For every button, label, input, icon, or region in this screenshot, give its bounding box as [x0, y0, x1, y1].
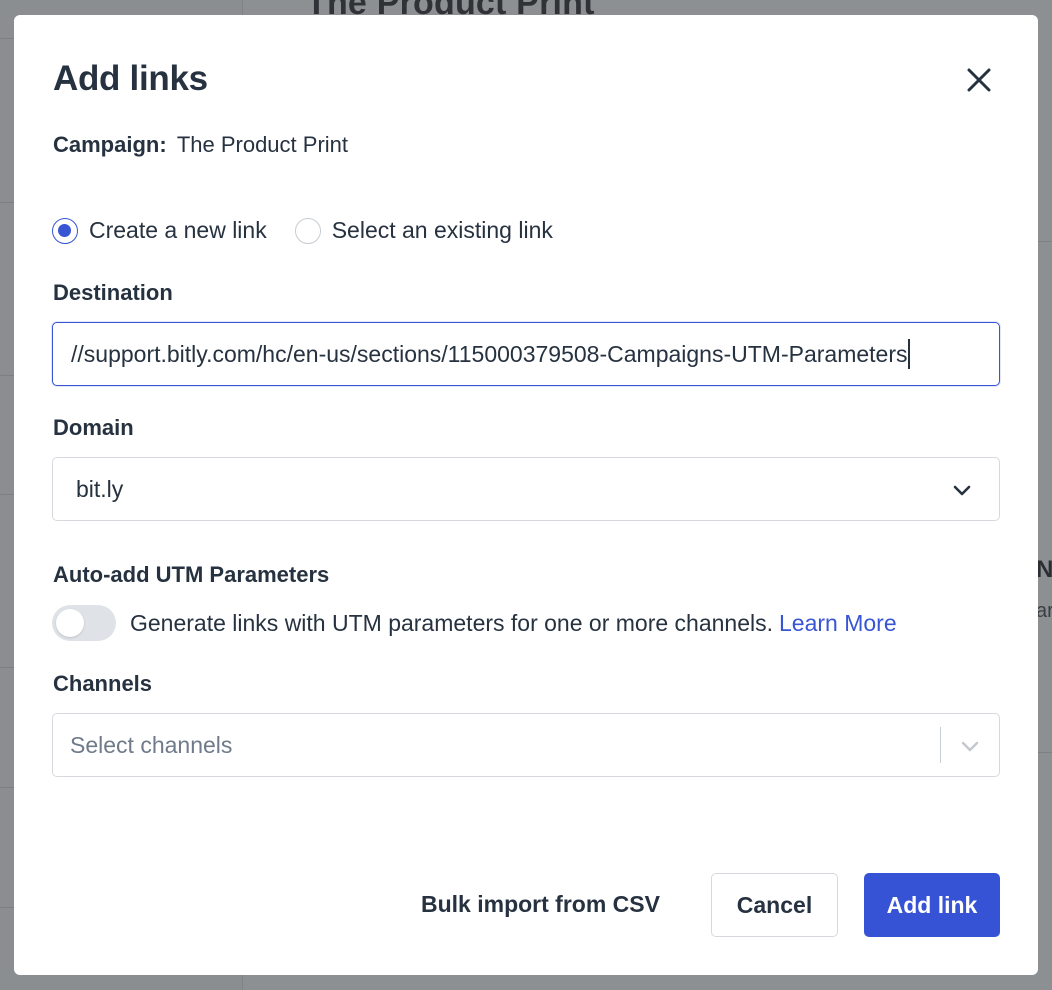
- utm-toggle-row: Generate links with UTM parameters for o…: [52, 605, 897, 641]
- destination-label: Destination: [53, 280, 173, 305]
- utm-description: Generate links with UTM parameters for o…: [130, 609, 773, 636]
- radio-label: Select an existing link: [331, 217, 553, 243]
- cancel-button[interactable]: Cancel: [711, 873, 838, 937]
- channels-select[interactable]: Select channels: [52, 713, 1000, 777]
- radio-button[interactable]: [294, 217, 321, 244]
- radio-create-new-link[interactable]: Create a new link: [52, 217, 267, 244]
- domain-select[interactable]: bit.ly: [52, 457, 1000, 521]
- chevron-down-icon: [961, 741, 979, 752]
- background-side-heading: NC: [1036, 556, 1052, 583]
- close-button[interactable]: [962, 63, 996, 97]
- radio-button-checked[interactable]: [52, 217, 78, 244]
- campaign-label: Campaign:: [53, 132, 167, 157]
- campaign-name: The Product Print: [176, 132, 348, 157]
- link-mode-radio-group: Create a new link Select an existing lin…: [52, 217, 553, 244]
- destination-input[interactable]: //support.bitly.com/hc/en-us/sections/11…: [52, 322, 1000, 386]
- modal-title: Add links: [53, 59, 208, 98]
- add-link-button[interactable]: Add link: [864, 873, 1000, 937]
- learn-more-link[interactable]: Learn More: [779, 610, 897, 637]
- text-caret: [908, 339, 910, 369]
- chevron-down-icon: [953, 485, 971, 496]
- channels-label: Channels: [53, 671, 153, 696]
- utm-toggle[interactable]: [52, 605, 116, 641]
- close-icon: [967, 68, 991, 92]
- bulk-import-csv-button[interactable]: Bulk import from CSV: [421, 891, 660, 918]
- campaign-info: Campaign: The Product Print: [53, 132, 348, 158]
- radio-label: Create a new link: [89, 217, 267, 243]
- radio-select-existing-link[interactable]: Select an existing link: [294, 217, 553, 244]
- domain-label: Domain: [53, 415, 134, 440]
- channels-placeholder: Select channels: [70, 731, 233, 758]
- destination-input-value: //support.bitly.com/hc/en-us/sections/11…: [71, 340, 908, 367]
- select-divider: [940, 727, 941, 763]
- domain-selected-value: bit.ly: [76, 475, 124, 502]
- add-links-modal: Add links Campaign: The Product Print Cr…: [14, 15, 1038, 975]
- utm-label: Auto-add UTM Parameters: [53, 562, 330, 587]
- background-side-text: ar: [1036, 600, 1052, 622]
